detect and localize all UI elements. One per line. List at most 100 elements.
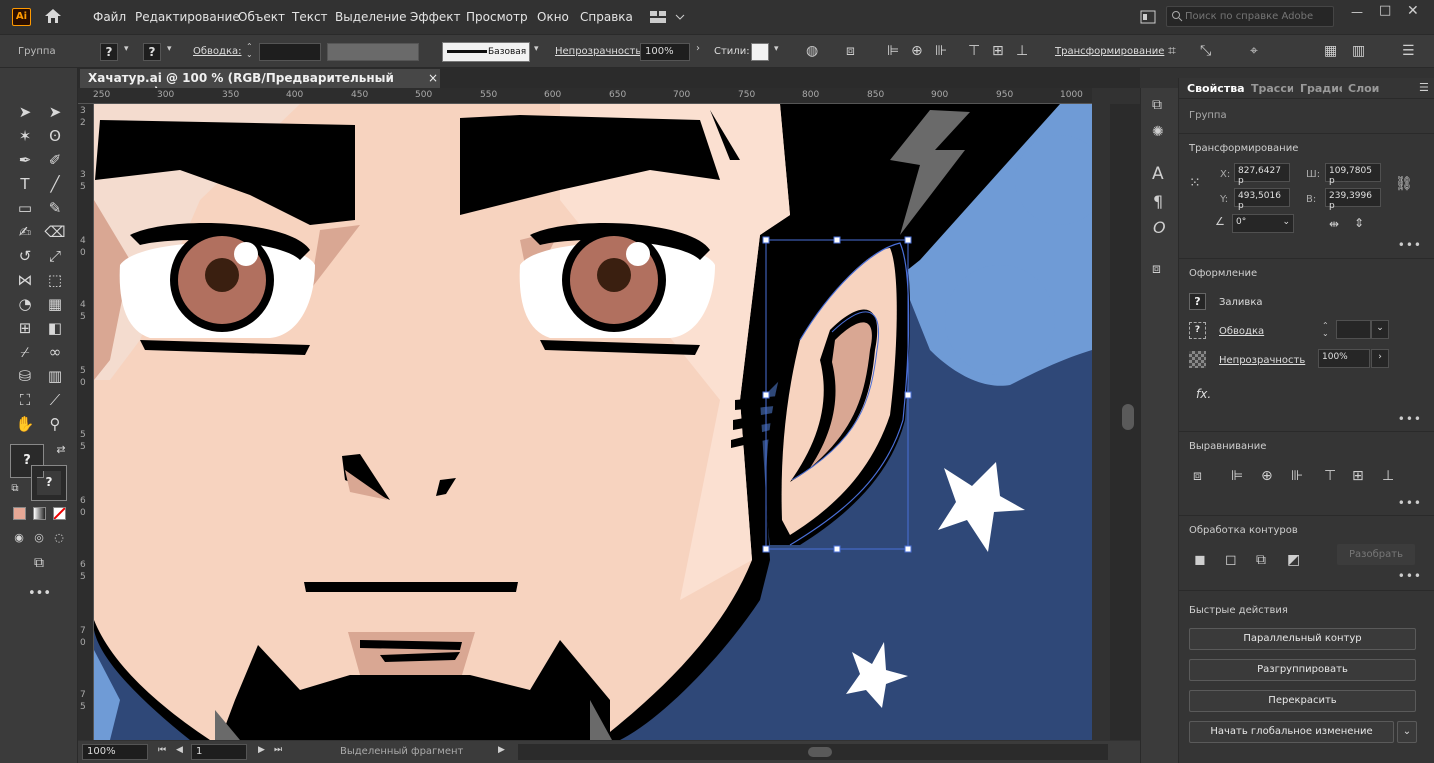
global-edit-options-dropdown[interactable]: ⌄ [1397, 721, 1417, 743]
opacity-input[interactable]: 100% [1318, 349, 1370, 368]
symbol-sprayer-tool-icon[interactable]: ⛁ [14, 365, 36, 387]
opacity-label[interactable]: Непрозрачность [1219, 355, 1305, 366]
menu-help[interactable]: Справка [580, 10, 633, 24]
tab-properties[interactable]: Свойства [1187, 82, 1245, 95]
stroke-weight-input[interactable] [259, 43, 321, 61]
line-tool-icon[interactable]: ╱ [44, 173, 66, 195]
unite-icon[interactable]: ◼ [1194, 553, 1206, 567]
expand-button[interactable]: Разобрать [1337, 544, 1415, 565]
start-global-edit-button[interactable]: Начать глобальное изменение [1189, 721, 1394, 743]
scroll-thumb[interactable] [808, 747, 832, 757]
chevron-down-icon[interactable]: ▾ [167, 45, 172, 54]
screen-mode-icon[interactable]: ⧉ [28, 552, 50, 574]
arrange-icon[interactable]: ▦ [1324, 44, 1337, 58]
swap-fill-stroke-icon[interactable]: ⇄ [50, 439, 72, 461]
flip-horizontal-icon[interactable]: ⇹ [1329, 218, 1339, 230]
fill-swatch[interactable]: ? [100, 43, 118, 61]
appearance-panel-icon[interactable]: ✺ [1152, 125, 1164, 139]
horizontal-scrollbar[interactable] [518, 744, 1108, 760]
opacity-label[interactable]: Непрозрачность: [555, 46, 645, 57]
stroke-weight-stepper-icon[interactable]: ⌃ ⌄ [246, 43, 253, 59]
draw-normal-icon[interactable]: ◉ [8, 527, 30, 549]
pathfinder-panel-icon[interactable]: ⧈ [1152, 262, 1161, 276]
direct-selection-tool-icon[interactable]: ➤ [44, 101, 66, 123]
tab-layers[interactable]: Слои [1348, 82, 1379, 95]
recolor-artwork-icon[interactable]: ◍ [806, 44, 818, 58]
artboard-number-select[interactable]: 1 [191, 744, 247, 760]
type-tool-icon[interactable]: T [14, 173, 36, 195]
edit-toolbar-icon[interactable]: ••• [28, 583, 51, 605]
puppet-warp-icon[interactable]: ⌖ [1250, 44, 1258, 58]
none-mode-icon[interactable] [53, 507, 66, 520]
more-options-icon[interactable]: ••• [1398, 238, 1422, 252]
offset-path-button[interactable]: Параллельный контур [1189, 628, 1416, 650]
zoom-select[interactable]: 100% [82, 744, 148, 760]
menu-view[interactable]: Просмотр [466, 10, 528, 24]
menu-file[interactable]: Файл [93, 10, 126, 24]
tab-gradient[interactable]: Градиен [1300, 82, 1342, 95]
align-center-icon[interactable]: ⊕ [1261, 469, 1273, 483]
opacity-input[interactable]: 100% [640, 43, 690, 61]
angle-input[interactable]: 0° ⌄ [1232, 214, 1294, 233]
brush-definition[interactable]: Базовая [442, 42, 530, 62]
align-left-icon[interactable]: ⊫ [887, 44, 899, 58]
vertical-scrollbar[interactable] [1110, 104, 1140, 740]
effects-button[interactable]: fx. [1196, 387, 1211, 401]
align-bottom-icon[interactable]: ⊥ [1382, 469, 1394, 483]
lasso-tool-icon[interactable]: ʘ [44, 125, 66, 147]
arrange-documents-icon[interactable] [1140, 10, 1156, 27]
stroke-weight-input[interactable] [1336, 320, 1371, 339]
menu-select[interactable]: Выделение [335, 10, 406, 24]
stroke-swatch[interactable]: ? [1189, 322, 1206, 339]
slice-tool-icon[interactable]: ⟋ [44, 389, 66, 411]
curvature-tool-icon[interactable]: ✐ [44, 149, 66, 171]
intersect-icon[interactable]: ⧉ [1256, 553, 1266, 567]
pen-tool-icon[interactable]: ✒ [14, 149, 36, 171]
align-left-icon[interactable]: ⊫ [1231, 469, 1243, 483]
recolor-button[interactable]: Перекрасить [1189, 690, 1416, 712]
align-bottom-icon[interactable]: ⊥ [1016, 44, 1028, 58]
x-input[interactable]: 827,6427 р [1234, 163, 1290, 186]
y-input[interactable]: 493,5016 р [1234, 188, 1290, 211]
constrain-proportions-icon[interactable]: ⛓ [1395, 177, 1413, 191]
chevron-down-icon[interactable]: ▾ [774, 45, 779, 54]
chevron-right-icon[interactable]: › [696, 44, 700, 54]
default-colors-icon[interactable]: ⧉ [4, 478, 26, 500]
exclude-icon[interactable]: ◩ [1287, 553, 1300, 567]
close-window-icon[interactable]: ✕ [1407, 4, 1419, 18]
fill-swatch[interactable]: ? [1189, 293, 1206, 310]
flip-vertical-icon[interactable]: ⇕ [1354, 217, 1364, 229]
menu-effect[interactable]: Эффект [410, 10, 461, 24]
align-top-icon[interactable]: ⊤ [968, 44, 980, 58]
align-to-icon[interactable]: ⧈ [846, 44, 855, 58]
document-tab[interactable]: Хачатур.ai @ 100 % (RGB/Предварительный … [80, 69, 440, 99]
eraser-tool-icon[interactable]: ⌫ [44, 221, 66, 243]
eyedropper-tool-icon[interactable]: ⌿ [14, 341, 36, 363]
draw-inside-icon[interactable]: ◌ [48, 527, 70, 549]
align-right-icon[interactable]: ⊪ [1291, 469, 1303, 483]
artboard-tool-icon[interactable]: ⛶ [14, 389, 36, 411]
next-artboard-icon[interactable]: ▶ [258, 746, 265, 755]
status-menu-icon[interactable]: ▶ [498, 746, 505, 755]
magic-wand-tool-icon[interactable]: ✶ [14, 125, 36, 147]
minus-front-icon[interactable]: ◻ [1225, 553, 1237, 567]
rotate-tool-icon[interactable]: ↺ [14, 245, 36, 267]
chevron-down-icon[interactable]: ⌄ [1282, 217, 1290, 227]
app-logo[interactable]: Ai [12, 8, 31, 26]
draw-behind-icon[interactable]: ◎ [28, 527, 50, 549]
stroke-color-swatch[interactable]: ? [31, 465, 67, 501]
selection-tool-icon[interactable]: ➤ [14, 101, 36, 123]
minimize-icon[interactable]: — [1351, 6, 1363, 18]
zoom-tool-icon[interactable]: ⚲ [44, 413, 66, 435]
tab-trace[interactable]: Трассиј [1251, 82, 1293, 95]
perspective-grid-tool-icon[interactable]: ▦ [44, 293, 66, 315]
menu-edit[interactable]: Редактирование [135, 10, 240, 24]
scroll-thumb[interactable] [1122, 404, 1134, 430]
transform-link[interactable]: Трансформирование [1055, 46, 1164, 57]
rectangle-tool-icon[interactable]: ▭ [14, 197, 36, 219]
properties-panel-icon[interactable]: ⧉ [1152, 98, 1162, 112]
more-options-icon[interactable]: ••• [1398, 496, 1422, 510]
opacity-dropdown[interactable]: › [1371, 349, 1389, 368]
close-tab-icon[interactable]: × [428, 72, 438, 84]
more-options-icon[interactable]: ••• [1398, 412, 1422, 426]
